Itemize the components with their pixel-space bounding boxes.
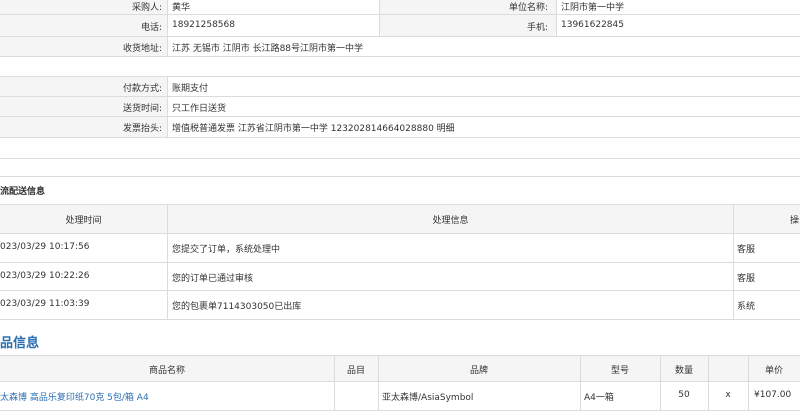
- header-quantity: 数量: [674, 366, 693, 376]
- unit-value: 江阴市第一中学: [561, 3, 625, 13]
- header-category: 品目: [346, 366, 365, 376]
- product-quantity: 50: [678, 390, 690, 400]
- multiply-sign: x: [725, 390, 731, 400]
- process-time: 023/03/29 11:03:39: [0, 299, 90, 309]
- header-unit-price: 单价: [764, 366, 783, 376]
- process-info: 您的包裹单7114303050已出库: [172, 302, 302, 312]
- operator: 客服: [737, 245, 756, 255]
- purchaser-value: 黄华: [172, 3, 191, 13]
- product-brand: 亚太森博/AsiaSymbol: [382, 393, 474, 403]
- header-process-info: 处理信息: [432, 216, 469, 226]
- process-info: 您提交了订单，系统处理中: [172, 245, 281, 255]
- address-label: 收货地址:: [122, 44, 162, 54]
- header-operator: 操: [790, 216, 800, 226]
- products-section-title: 品信息: [0, 336, 40, 351]
- logistics-section-title: 流配送信息: [0, 187, 46, 197]
- address-value: 江苏 无锡市 江阴市 长江路88号江阴市第一中学: [172, 44, 364, 54]
- operator: 客服: [737, 274, 756, 284]
- delivery-time-value: 只工作日送货: [172, 104, 227, 114]
- product-unit-price: ¥107.00: [754, 390, 792, 400]
- payment-method-label: 付款方式:: [122, 84, 162, 94]
- delivery-time-label: 送货时间:: [122, 104, 162, 114]
- header-brand: 品牌: [469, 366, 488, 376]
- payment-method-value: 账期支付: [172, 84, 209, 94]
- product-name-link[interactable]: 太森博 高品乐复印纸70克 5包/箱 A4: [0, 390, 149, 403]
- header-process-time: 处理时间: [65, 216, 102, 226]
- mobile-value: 13961622845: [561, 20, 624, 30]
- mobile-label: 手机:: [526, 23, 548, 33]
- operator: 系统: [737, 302, 756, 312]
- process-info: 您的订单已通过审核: [172, 274, 254, 284]
- process-time: 023/03/29 10:22:26: [0, 271, 90, 281]
- product-model: A4一箱: [584, 393, 614, 403]
- unit-label: 单位名称:: [508, 3, 548, 13]
- invoice-label: 发票抬头:: [122, 124, 162, 134]
- header-model: 型号: [610, 366, 629, 376]
- phone-value: 18921258568: [172, 20, 235, 30]
- header-product-name: 商品名称: [148, 366, 185, 376]
- phone-label: 电话:: [140, 23, 162, 33]
- process-time: 023/03/29 10:17:56: [0, 242, 90, 252]
- purchaser-label: 采购人:: [131, 3, 162, 13]
- invoice-value: 增值税普通发票 江苏省江阴市第一中学 123202814664028880 明细: [172, 124, 455, 134]
